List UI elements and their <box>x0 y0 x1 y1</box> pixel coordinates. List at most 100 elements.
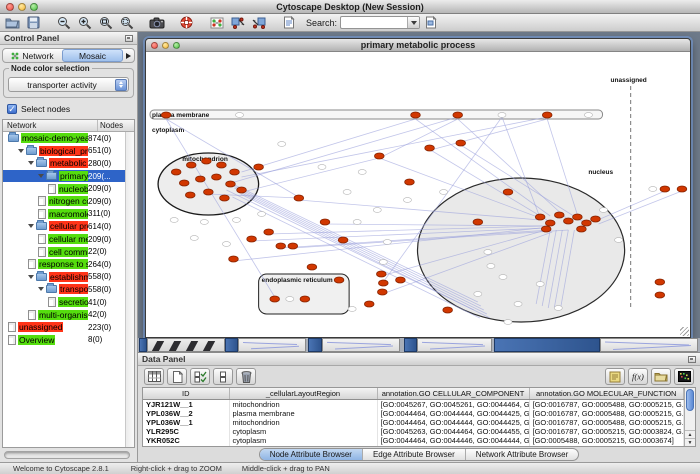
network-node[interactable] <box>425 145 435 151</box>
search-input[interactable] <box>341 17 407 28</box>
network-node[interactable] <box>542 112 552 118</box>
tree-row[interactable]: primary metabo209(... <box>3 170 125 183</box>
network-node-small[interactable] <box>235 113 243 118</box>
table-scrollbar[interactable]: ▲ ▼ <box>684 388 695 446</box>
expander-triangle-icon[interactable] <box>28 224 34 228</box>
network-node[interactable] <box>660 186 670 192</box>
network-node[interactable] <box>541 226 551 232</box>
network-node[interactable] <box>254 164 264 170</box>
tab-node-attribute-browser[interactable]: Node Attribute Browser <box>260 449 363 460</box>
layout-selected-icon[interactable] <box>249 15 268 31</box>
create-attribute-icon[interactable] <box>167 368 187 385</box>
network-node[interactable] <box>212 174 222 180</box>
background-window-fragment[interactable] <box>404 338 417 352</box>
network-node[interactable] <box>655 279 665 285</box>
network-node-small[interactable] <box>383 240 391 245</box>
tree-row[interactable]: nitrogen compo209(0) <box>3 195 125 208</box>
network-node[interactable] <box>503 189 513 195</box>
zoom-fit-icon[interactable] <box>96 15 115 31</box>
network-node-small[interactable] <box>615 238 623 243</box>
network-node[interactable] <box>220 195 230 201</box>
background-window-fragment[interactable] <box>147 338 225 352</box>
network-node-small[interactable] <box>474 292 482 297</box>
function-builder-icon[interactable]: f(x) <box>628 368 648 385</box>
network-edge[interactable] <box>379 119 457 158</box>
network-node[interactable] <box>294 195 304 201</box>
network-node[interactable] <box>217 162 227 168</box>
network-node[interactable] <box>377 289 387 295</box>
network-node-small[interactable] <box>258 212 266 217</box>
tree-row[interactable]: Overview8(0) <box>3 334 125 347</box>
network-node-small[interactable] <box>373 208 381 213</box>
network-node-small[interactable] <box>498 113 506 118</box>
network-node-small[interactable] <box>318 165 326 170</box>
tree-row[interactable]: cellular metabol209(0) <box>3 233 125 246</box>
tab-mosaic[interactable]: Mosaic <box>62 49 123 62</box>
node-color-dropdown[interactable]: transporter activity <box>8 77 129 92</box>
tree-row[interactable]: transport558(0) <box>3 283 125 296</box>
close-button[interactable] <box>6 3 14 11</box>
network-window-titlebar[interactable]: primary metabolic process <box>146 39 690 52</box>
network-node[interactable] <box>288 243 298 249</box>
network-node[interactable] <box>179 180 189 186</box>
snapshot-camera-icon[interactable] <box>147 15 166 31</box>
network-node-small[interactable] <box>504 320 512 325</box>
network-node-small[interactable] <box>536 282 544 287</box>
network-node-small[interactable] <box>200 220 208 225</box>
network-node-small[interactable] <box>554 306 562 311</box>
layout-network-icon[interactable] <box>228 15 247 31</box>
tree-scrollbar[interactable] <box>125 132 134 447</box>
tree-column-network[interactable]: Network <box>3 120 98 131</box>
network-node-small[interactable] <box>600 208 608 213</box>
network-node-small[interactable] <box>499 275 507 280</box>
network-node-small[interactable] <box>440 190 448 195</box>
network-node-small[interactable] <box>514 302 522 307</box>
float-data-panel-icon[interactable] <box>688 356 696 363</box>
tree-row[interactable]: establishment of lo558(0) <box>3 271 125 284</box>
network-node-small[interactable] <box>358 170 366 175</box>
network-node-small[interactable] <box>170 218 178 223</box>
network-node[interactable] <box>376 271 386 277</box>
table-row[interactable]: YJR121W__1mitochondrion[GO:0045267, GO:0… <box>143 399 684 409</box>
network-edge[interactable] <box>595 191 664 221</box>
network-node-small[interactable] <box>649 187 657 192</box>
network-node[interactable] <box>582 220 592 226</box>
zoom-out-icon[interactable] <box>54 15 73 31</box>
tree-row[interactable]: secretion41(0) <box>3 296 125 309</box>
tab-scroll-right[interactable] <box>123 53 134 59</box>
search-config-icon[interactable] <box>422 15 441 31</box>
table-scrollbar-thumb[interactable] <box>686 389 694 411</box>
expander-triangle-icon[interactable] <box>38 174 44 178</box>
network-node[interactable] <box>677 186 687 192</box>
background-window-fragment[interactable] <box>417 338 492 352</box>
network-node[interactable] <box>334 277 344 283</box>
network-node[interactable] <box>591 216 601 222</box>
network-node[interactable] <box>247 236 257 242</box>
network-node-small[interactable] <box>278 142 286 147</box>
column-header[interactable]: annotation.GO MOLECULAR_FUNCTION <box>529 388 684 399</box>
search-options-dropdown[interactable] <box>407 17 419 28</box>
network-node[interactable] <box>374 153 384 159</box>
table-row[interactable]: YPL036W__1mitochondrion[GO:0044464, GO:0… <box>143 418 684 427</box>
tree-row[interactable]: response to stimulu264(0) <box>3 258 125 271</box>
background-window-fragment[interactable] <box>494 338 600 352</box>
tree-row[interactable]: macromolecule311(0) <box>3 208 125 221</box>
network-node[interactable] <box>171 169 181 175</box>
network-node[interactable] <box>473 219 483 225</box>
network-node-small[interactable] <box>403 198 411 203</box>
network-node[interactable] <box>338 237 348 243</box>
network-zoom-button[interactable] <box>173 42 180 49</box>
save-session-icon[interactable] <box>24 15 43 31</box>
select-attribute-checklist-icon[interactable] <box>190 368 210 385</box>
tab-network-attribute-browser[interactable]: Network Attribute Browser <box>466 449 578 460</box>
network-node[interactable] <box>396 277 406 283</box>
network-node-small[interactable] <box>232 218 240 223</box>
network-node-small[interactable] <box>343 190 351 195</box>
network-minimize-button[interactable] <box>162 42 169 49</box>
zoom-selected-icon[interactable] <box>117 15 136 31</box>
network-node[interactable] <box>264 229 274 235</box>
expander-triangle-icon[interactable] <box>18 149 24 153</box>
delete-attribute-trash-icon[interactable] <box>236 368 256 385</box>
network-edge[interactable] <box>242 117 548 177</box>
network-node[interactable] <box>364 301 374 307</box>
